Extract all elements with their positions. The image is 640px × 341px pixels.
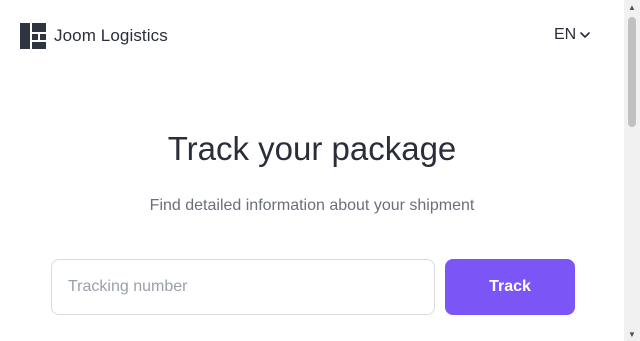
page: Joom Logistics EN Track your package Fin…	[0, 0, 640, 341]
scroll-down-arrow-icon[interactable]: ▼	[624, 327, 640, 341]
brand[interactable]: Joom Logistics	[20, 23, 168, 49]
page-title: Track your package	[167, 130, 457, 167]
tracking-number-input[interactable]	[51, 259, 435, 315]
joom-logistics-logo-icon	[20, 23, 46, 49]
brand-name: Joom Logistics	[54, 26, 168, 45]
language-selected: EN	[554, 26, 577, 43]
vertical-scrollbar[interactable]: ▲ ▼	[624, 0, 640, 341]
track-button[interactable]: Track	[445, 259, 575, 315]
scrollbar-thumb[interactable]	[628, 17, 636, 127]
header: Joom Logistics EN	[0, 0, 624, 72]
page-subtitle: Find detailed information about your shi…	[149, 197, 475, 214]
scroll-up-arrow-icon[interactable]: ▲	[624, 0, 640, 14]
language-selector[interactable]: EN	[554, 26, 591, 44]
chevron-down-icon	[580, 32, 591, 38]
tracking-form: Track	[51, 259, 575, 317]
